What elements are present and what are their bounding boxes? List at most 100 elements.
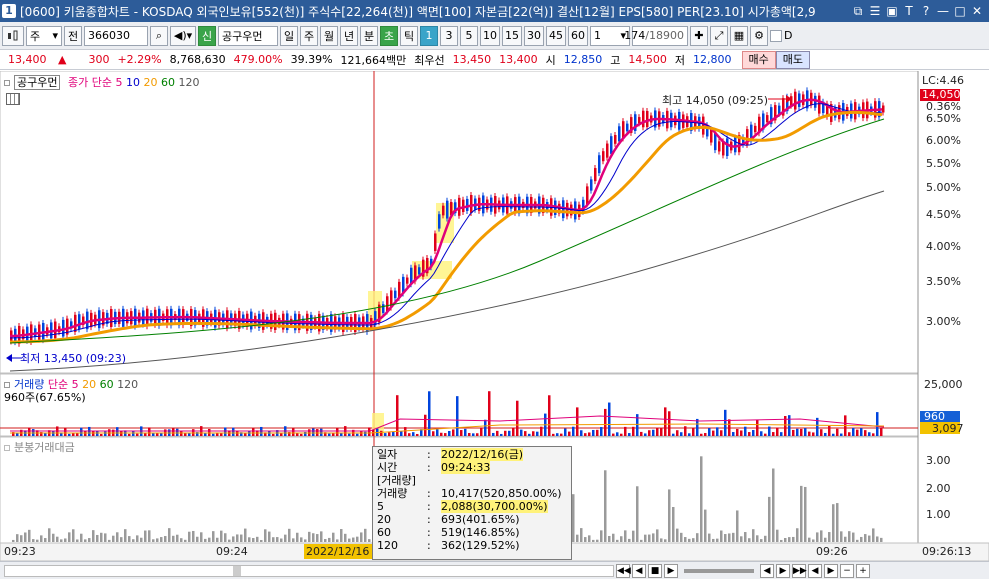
scroll-last-button[interactable]: ▶▶ xyxy=(792,563,807,578)
interval-45[interactable]: 45 xyxy=(546,25,566,46)
count-input[interactable]: 174/18900 xyxy=(624,25,688,46)
period-week[interactable]: 주 xyxy=(300,25,318,46)
amount-bar xyxy=(752,529,755,542)
low-price: 12,800 xyxy=(693,53,732,66)
volume-bar xyxy=(688,433,691,436)
bottom-scrollbar[interactable]: ◀◀ ◀ ■ ▶ ◀ ▶ ▶▶ ◀ ▶ − + xyxy=(0,561,989,579)
volume-bar xyxy=(584,433,587,436)
data-table-icon[interactable] xyxy=(6,93,20,105)
scroll-left-button[interactable]: ◀ xyxy=(760,563,774,578)
volume-bar xyxy=(740,430,743,436)
period-minute[interactable]: 분 xyxy=(360,25,378,46)
zoom-slider[interactable] xyxy=(684,568,754,573)
volume-bar xyxy=(456,396,459,436)
volume-bar xyxy=(232,427,235,436)
volume-bar xyxy=(836,428,839,436)
amount-bar xyxy=(576,534,579,542)
amount-bar xyxy=(168,528,171,542)
amount-bar xyxy=(816,532,819,542)
speaker-icon[interactable]: ◀)▾ xyxy=(170,25,196,46)
maximize-button[interactable]: □ xyxy=(952,3,968,19)
amount-bar xyxy=(796,528,799,542)
zoom-in-button[interactable]: + xyxy=(856,563,870,578)
amount-bar xyxy=(72,529,75,542)
interval-15[interactable]: 15 xyxy=(502,25,522,46)
candle-body xyxy=(394,290,397,299)
type-select[interactable]: 주 ▾ xyxy=(26,25,62,46)
y-tick-price: 5.50% xyxy=(926,157,961,170)
chart-menu-icon[interactable] xyxy=(2,25,24,46)
crosshair-tooltip: 일자:2022/12/16(금) 시간:09:24:33 [거래량] 거래량:1… xyxy=(372,446,572,560)
amount-bar xyxy=(736,510,739,542)
menu-icon[interactable]: ☰ xyxy=(867,3,883,19)
stop-button[interactable]: ■ xyxy=(648,563,662,578)
full-button[interactable]: 전 xyxy=(64,25,82,46)
layout-icon[interactable]: ▣ xyxy=(884,3,900,19)
volume-bar xyxy=(532,431,535,436)
gear-icon[interactable]: ⚙ xyxy=(750,25,768,46)
amount-bar xyxy=(64,538,67,542)
pan-left-button[interactable]: ◀ xyxy=(808,563,822,578)
candle-body xyxy=(458,197,461,216)
amount-bar xyxy=(156,538,159,542)
ma-legend-20: 20 xyxy=(143,76,158,89)
scroll-right-button[interactable]: ▶ xyxy=(776,563,790,578)
minimize-button[interactable]: — xyxy=(935,3,951,19)
volume-bar xyxy=(512,427,515,436)
period-tick[interactable]: 틱 xyxy=(400,25,418,46)
candle-body xyxy=(406,277,409,284)
volume-bar xyxy=(172,428,175,436)
interval-3[interactable]: 3 xyxy=(440,25,458,46)
volume-bar xyxy=(720,430,723,436)
volume-bar xyxy=(320,428,323,436)
search-icon[interactable]: ⌕ xyxy=(150,25,168,46)
period-day[interactable]: 일 xyxy=(280,25,298,46)
interval-30[interactable]: 30 xyxy=(524,25,544,46)
volume-bar xyxy=(328,433,331,436)
amount-bar xyxy=(80,533,83,542)
scroll-first-button[interactable]: ◀◀ xyxy=(616,563,631,578)
amount-bar xyxy=(260,539,263,542)
volume-bar xyxy=(856,429,859,436)
code-input[interactable]: 366030 xyxy=(84,25,148,46)
y-tick-price: 6.50% xyxy=(926,112,961,125)
save-icon[interactable]: ▦ xyxy=(730,25,748,46)
stock-name[interactable]: 공구우먼 xyxy=(218,25,278,46)
volume-bar xyxy=(792,429,795,436)
chevron-down-icon: ▾ xyxy=(52,29,58,42)
amount-bar xyxy=(248,537,251,542)
volume-bar xyxy=(436,429,439,436)
volume-legend-60: 60 xyxy=(99,378,114,391)
d-checkbox[interactable] xyxy=(770,29,782,42)
volume-bar xyxy=(592,429,595,436)
title-bar: 1 [0600] 키움종합차트 - KOSDAQ 외국인보유[552(천)] 주… xyxy=(0,0,989,22)
period-year[interactable]: 년 xyxy=(340,25,358,46)
sell-button[interactable]: 매도 xyxy=(775,50,811,69)
buy-button[interactable]: 매수 xyxy=(741,50,776,69)
link-window-icon[interactable]: ⧉ xyxy=(850,3,866,19)
close-button[interactable]: ✕ xyxy=(969,3,985,19)
draw-tool-icon[interactable]: ⤢ xyxy=(710,25,728,46)
amount-bar xyxy=(148,530,151,542)
interval-60[interactable]: 60 xyxy=(568,25,588,46)
amount-bar xyxy=(600,530,603,542)
pan-right-button[interactable]: ▶ xyxy=(824,563,838,578)
font-icon[interactable]: T xyxy=(901,3,917,19)
volume-bar xyxy=(800,428,803,436)
scroll-prev-button[interactable]: ◀ xyxy=(632,563,646,578)
play-button[interactable]: ▶ xyxy=(664,563,678,578)
scroll-track[interactable] xyxy=(4,564,614,577)
crosshair-icon[interactable]: ✚ xyxy=(690,25,708,46)
scroll-thumb[interactable] xyxy=(233,565,241,576)
volume-bar xyxy=(424,414,427,436)
zoom-out-button[interactable]: − xyxy=(840,563,854,578)
interval-1[interactable]: 1 xyxy=(420,25,438,46)
period-month[interactable]: 월 xyxy=(320,25,338,46)
volume-bar xyxy=(824,432,827,436)
interval-5[interactable]: 5 xyxy=(460,25,478,46)
volume-bar xyxy=(156,433,159,436)
interval-10[interactable]: 10 xyxy=(480,25,500,46)
help-icon[interactable]: ? xyxy=(918,3,934,19)
period-second[interactable]: 초 xyxy=(380,25,398,46)
amount-bar xyxy=(220,530,223,542)
